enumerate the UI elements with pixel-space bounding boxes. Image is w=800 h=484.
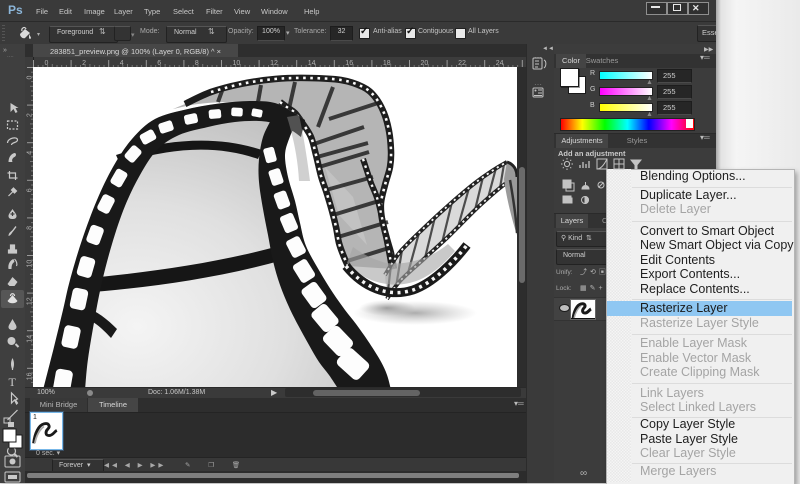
svg-text:▾: ▾: [37, 32, 40, 38]
svg-text:12: 12: [270, 60, 278, 67]
svg-text:14: 14: [308, 60, 316, 67]
svg-text:T: T: [9, 375, 17, 389]
svg-text:10: 10: [233, 60, 241, 67]
svg-text:16: 16: [345, 60, 353, 67]
svg-text:18: 18: [383, 60, 391, 67]
svg-text:....: ....: [7, 53, 14, 59]
svg-text:24: 24: [496, 60, 504, 67]
svg-text:22: 22: [458, 60, 466, 67]
svg-text:20: 20: [421, 60, 429, 67]
